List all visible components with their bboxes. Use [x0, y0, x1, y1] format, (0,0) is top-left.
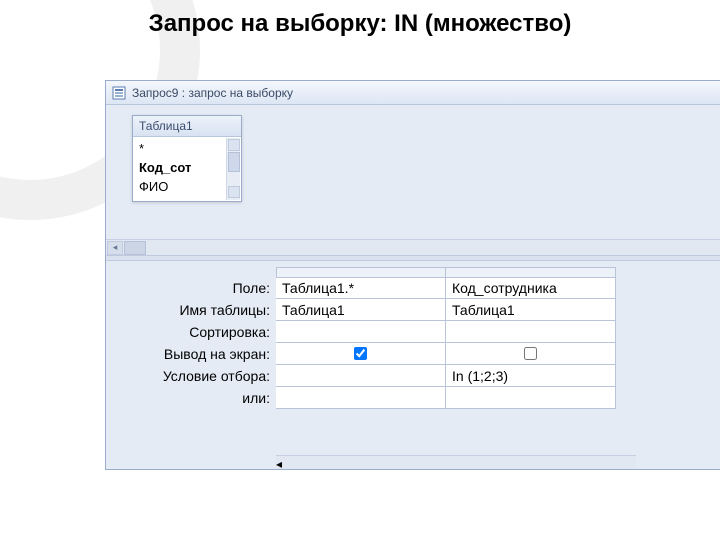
row-label-field: Поле: [106, 277, 276, 299]
show-cell[interactable] [446, 343, 616, 365]
criteria-cell[interactable]: In (1;2;3) [446, 365, 616, 387]
window-title-text: Запрос9 : запрос на выборку [132, 86, 293, 100]
window-titlebar[interactable]: Запрос9 : запрос на выборку [106, 81, 720, 105]
scroll-thumb[interactable] [124, 241, 146, 255]
scroll-left-icon[interactable]: ◂ [107, 241, 123, 255]
scroll-thumb[interactable] [228, 152, 240, 172]
show-checkbox[interactable] [354, 347, 367, 360]
query-icon [112, 86, 126, 100]
column-selector[interactable] [276, 267, 446, 277]
sort-cell[interactable] [276, 321, 446, 343]
or-cell[interactable] [276, 387, 446, 409]
table-source-box[interactable]: Таблица1 * Код_сот ФИО [132, 115, 242, 202]
row-label-show: Вывод на экран: [106, 343, 276, 365]
show-checkbox[interactable] [524, 347, 537, 360]
design-grid: Поле: Таблица1.* Код_сотрудника Имя табл… [106, 267, 720, 409]
row-label-table: Имя таблицы: [106, 299, 276, 321]
field-list-item[interactable]: Код_сот [133, 158, 241, 177]
table-cell[interactable]: Таблица1 [276, 299, 446, 321]
show-cell[interactable] [276, 343, 446, 365]
field-list-scrollbar[interactable] [226, 138, 240, 200]
design-grid-hscroll[interactable]: ◂ [276, 455, 636, 470]
field-list-item[interactable]: ФИО [133, 177, 241, 196]
design-grid-pane: Поле: Таблица1.* Код_сотрудника Имя табл… [106, 261, 720, 470]
query-design-window: Запрос9 : запрос на выборку Таблица1 * К… [105, 80, 720, 470]
row-label-criteria: Условие отбора: [106, 365, 276, 387]
table-source-field-list[interactable]: * Код_сот ФИО [133, 137, 241, 201]
scroll-up-icon[interactable] [228, 139, 240, 151]
slide-title: Запрос на выборку: IN (множество) [0, 10, 720, 38]
tables-pane-hscroll[interactable]: ◂ [106, 239, 720, 255]
column-selector[interactable] [446, 267, 616, 277]
row-label-or: или: [106, 387, 276, 409]
field-cell[interactable]: Таблица1.* [276, 277, 446, 299]
table-source-header[interactable]: Таблица1 [133, 116, 241, 137]
criteria-cell[interactable] [276, 365, 446, 387]
row-label-sort: Сортировка: [106, 321, 276, 343]
scroll-left-icon[interactable]: ◂ [276, 457, 282, 471]
or-cell[interactable] [446, 387, 616, 409]
field-list-item[interactable]: * [133, 139, 241, 158]
sort-cell[interactable] [446, 321, 616, 343]
field-cell[interactable]: Код_сотрудника [446, 277, 616, 299]
table-cell[interactable]: Таблица1 [446, 299, 616, 321]
scroll-down-icon[interactable] [228, 186, 240, 198]
tables-pane[interactable]: Таблица1 * Код_сот ФИО ◂ [106, 105, 720, 255]
